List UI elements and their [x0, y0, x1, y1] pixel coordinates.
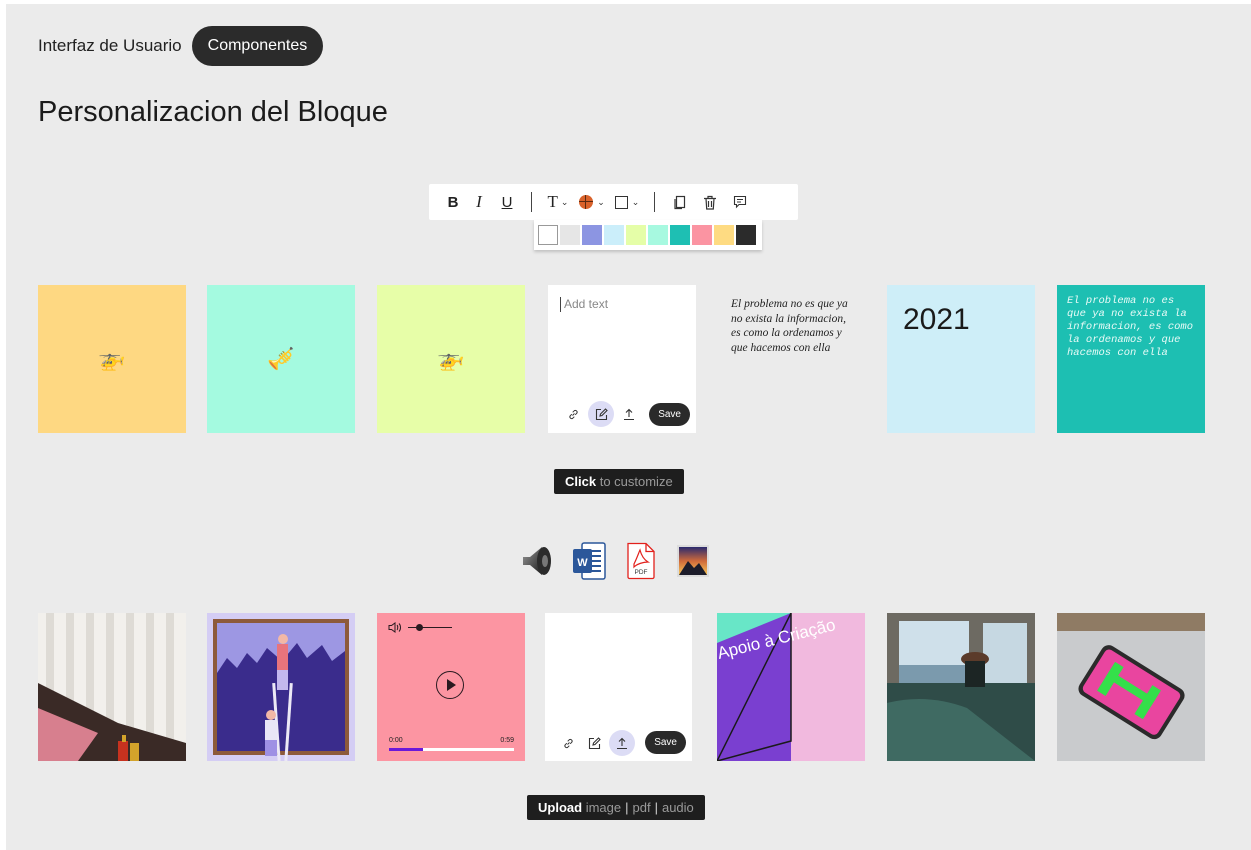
bold-icon[interactable]: B — [441, 188, 465, 216]
helicopter-icon: 🚁 — [98, 346, 126, 371]
progress-fill — [389, 748, 423, 751]
volume-icon[interactable] — [388, 622, 402, 633]
color-icon — [579, 195, 594, 209]
tooltip-bold: Click — [565, 474, 597, 489]
editor-actions — [557, 730, 635, 756]
tooltip-pdf: pdf — [632, 800, 651, 815]
copy-icon[interactable] — [665, 188, 695, 216]
border-dropdown[interactable]: ⌄ — [610, 188, 644, 216]
color-swatch[interactable] — [582, 225, 602, 245]
time-total: 0:59 — [500, 737, 514, 744]
link-icon[interactable] — [557, 732, 579, 754]
emoji-card[interactable]: 🚁 — [377, 285, 525, 433]
helicopter-icon: 🚁 — [437, 346, 465, 371]
trash-icon[interactable] — [695, 188, 725, 216]
pdf-file-label: PDF — [635, 569, 648, 576]
chevron-down-icon: ⌄ — [560, 196, 569, 207]
text-editor-card[interactable]: Add text Save — [548, 285, 696, 433]
image-card-window[interactable] — [887, 613, 1035, 761]
year-text: 2021 — [903, 303, 970, 336]
breadcrumb-current-pill[interactable]: Componentes — [191, 26, 324, 66]
edit-icon[interactable] — [588, 401, 614, 427]
tooltip-separator: | — [654, 800, 658, 815]
toolbar-divider — [531, 192, 532, 212]
speaker-icon[interactable] — [520, 544, 554, 578]
color-swatch[interactable] — [648, 225, 668, 245]
file-type-icons: W PDF — [520, 542, 710, 580]
color-swatch[interactable] — [626, 225, 646, 245]
color-swatch[interactable] — [560, 225, 580, 245]
save-button[interactable]: Save — [649, 403, 690, 426]
underline-icon[interactable]: U — [493, 188, 521, 216]
time-elapsed: 0:00 — [389, 737, 403, 744]
image-card-curtains[interactable] — [38, 613, 186, 761]
color-swatch[interactable] — [736, 225, 756, 245]
upload-editor-card[interactable]: Save — [545, 613, 692, 761]
save-button[interactable]: Save — [645, 731, 686, 754]
image-file-icon[interactable] — [676, 544, 710, 578]
edit-icon[interactable] — [583, 732, 605, 754]
tooltip-text: to customize — [599, 474, 673, 489]
italic-icon[interactable]: I — [465, 188, 493, 216]
tooltip-audio: audio — [661, 800, 694, 815]
color-swatch[interactable] — [670, 225, 690, 245]
trumpet-icon: 🎺 — [267, 346, 295, 371]
emoji-card[interactable]: 🎺 — [207, 285, 355, 433]
tooltip-image: image — [585, 800, 622, 815]
chevron-down-icon: ⌄ — [597, 196, 605, 207]
upload-icon[interactable] — [618, 403, 640, 425]
quote-text: El problema no es que ya no exista la in… — [1067, 295, 1194, 359]
color-swatch[interactable] — [714, 225, 734, 245]
breadcrumb-parent[interactable]: Interfaz de Usuario — [38, 36, 182, 56]
volume-slider[interactable] — [408, 624, 452, 631]
color-swatch[interactable] — [538, 225, 558, 245]
word-file-label: W — [577, 557, 588, 569]
border-icon — [614, 195, 628, 209]
comment-icon[interactable] — [725, 188, 755, 216]
upload-icon[interactable] — [609, 730, 635, 756]
toolbar-divider — [654, 192, 655, 212]
emoji-card[interactable]: 🚁 — [38, 285, 186, 433]
customize-tooltip: Click to customize — [554, 469, 684, 494]
pdf-file-icon[interactable]: PDF — [624, 542, 658, 580]
tooltip-separator: | — [625, 800, 629, 815]
quote-text: El problema no es que ya no exista la in… — [731, 298, 848, 354]
format-toolbar: B I U T ⌄ ⌄ ⌄ — [429, 184, 798, 220]
progress-bar[interactable] — [389, 748, 514, 751]
breadcrumb: Interfaz de Usuario Componentes — [38, 26, 324, 66]
upload-tooltip: Upload image | pdf | audio — [527, 795, 705, 820]
color-swatch[interactable] — [692, 225, 712, 245]
tooltip-bold: Upload — [538, 800, 583, 815]
volume-control[interactable] — [388, 622, 452, 633]
chevron-down-icon: ⌄ — [631, 196, 640, 207]
color-dropdown[interactable]: ⌄ — [574, 188, 610, 216]
year-card[interactable]: 2021 — [887, 285, 1035, 433]
image-card-phone[interactable] — [1057, 613, 1205, 761]
play-button[interactable] — [436, 671, 464, 699]
image-card-poster[interactable]: Apoio à Criação — [717, 613, 865, 761]
quote-card[interactable]: El problema no es que ya no exista la in… — [717, 285, 865, 433]
color-palette — [534, 220, 762, 250]
text-type-icon: T — [547, 192, 558, 211]
add-text-input[interactable]: Add text — [560, 297, 608, 312]
mono-quote-card[interactable]: El problema no es que ya no exista la in… — [1057, 285, 1205, 433]
editor-actions — [562, 401, 640, 427]
color-swatch[interactable] — [604, 225, 624, 245]
text-type-dropdown[interactable]: T ⌄ — [542, 188, 574, 216]
audio-player-card[interactable]: 0:00 0:59 — [377, 613, 525, 761]
word-file-icon[interactable]: W — [572, 542, 606, 580]
link-icon[interactable] — [562, 403, 584, 425]
volume-knob[interactable] — [416, 624, 423, 631]
image-card-illustration[interactable] — [207, 613, 355, 761]
page-title: Personalizacion del Bloque — [38, 96, 388, 128]
